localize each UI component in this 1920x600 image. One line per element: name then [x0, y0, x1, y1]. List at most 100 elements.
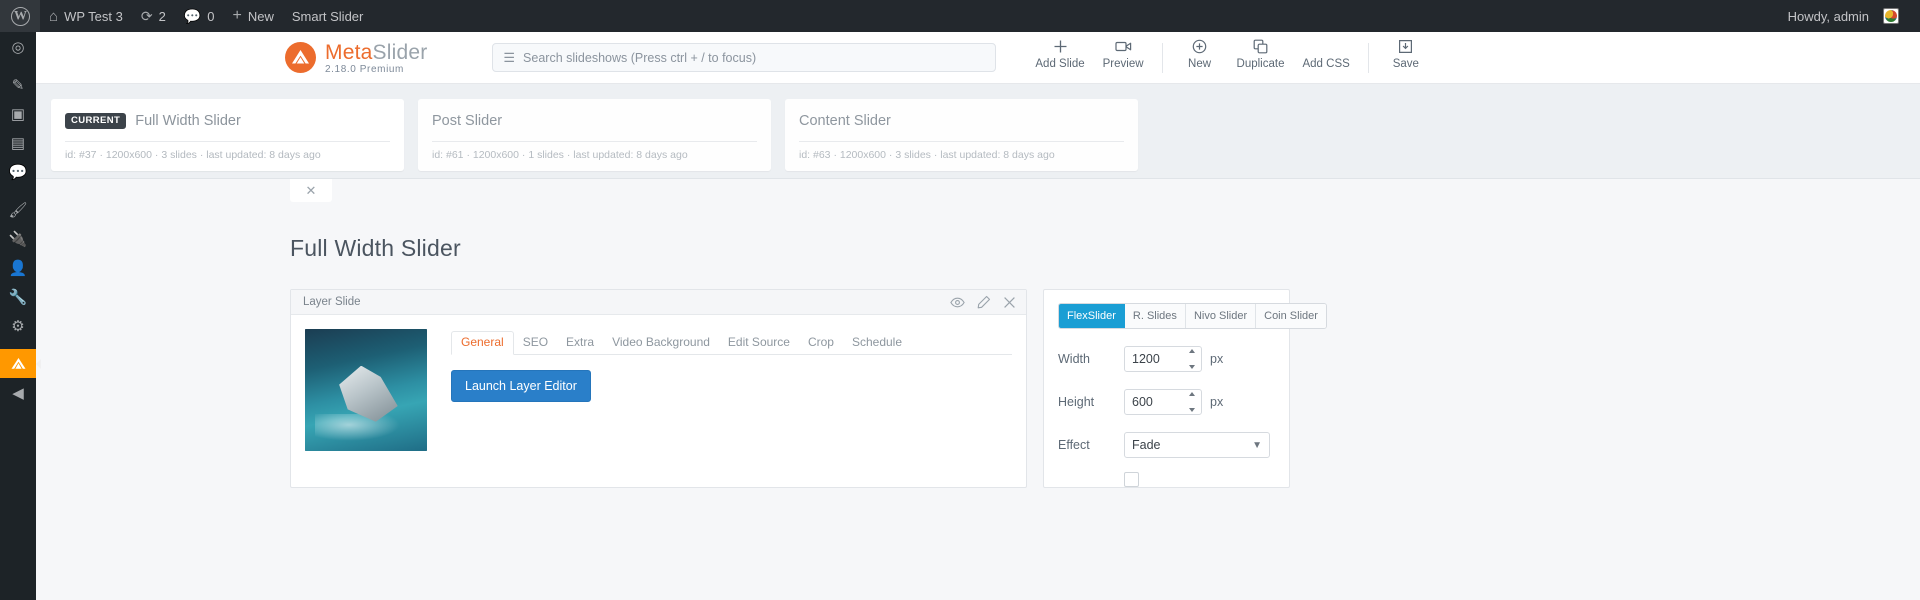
tab-seo[interactable]: SEO	[514, 332, 557, 354]
width-row: Width 1200 px	[1058, 346, 1275, 372]
close-icon[interactable]	[1003, 296, 1016, 309]
search-input[interactable]	[523, 50, 986, 65]
slide-panel-body: General SEO Extra Video Background Edit …	[291, 315, 1026, 451]
slideshow-card-current[interactable]: CURRENT Full Width Slider id: #37 · 1200…	[51, 99, 404, 171]
height-row: Height 600 px	[1058, 389, 1275, 415]
action-divider-2	[1367, 42, 1369, 73]
sidebar-item-metaslider[interactable]	[0, 349, 36, 378]
plus-icon: +	[232, 7, 242, 24]
new-slideshow-button[interactable]: New	[1172, 32, 1228, 70]
slider-type-coin-slider[interactable]: Coin Slider	[1256, 304, 1326, 328]
avatar	[1883, 8, 1899, 24]
preview-button[interactable]: Preview	[1094, 32, 1153, 70]
slideshow-title: Full Width Slider	[135, 113, 241, 129]
smart-slider-menu[interactable]: Smart Slider	[283, 0, 373, 32]
slideshow-meta: id: #63 · 1200x600 · 3 slides · last upd…	[799, 149, 1055, 161]
tab-edit-source[interactable]: Edit Source	[719, 332, 799, 354]
launch-layer-editor-button[interactable]: Launch Layer Editor	[451, 370, 591, 402]
howdy-menu[interactable]: Howdy, admin	[1779, 0, 1908, 32]
comments-menu[interactable]: 💬 0	[175, 0, 224, 32]
tab-crop[interactable]: Crop	[799, 332, 843, 354]
eye-icon[interactable]	[950, 297, 965, 308]
width-stepper[interactable]	[1185, 349, 1198, 369]
wordpress-logo-button[interactable]	[0, 0, 40, 32]
metaslider-icon	[11, 358, 25, 369]
action-divider-1	[1161, 42, 1163, 73]
metaslider-app: MetaSlider 2.18.0 Premium ☰ Add Slide Pr…	[36, 32, 1920, 600]
new-label: New	[247, 8, 274, 24]
add-css-button[interactable]: Add CSS	[1293, 32, 1358, 70]
slider-type-flexslider[interactable]: FlexSlider	[1059, 304, 1125, 328]
slideshow-title: Post Slider	[432, 113, 503, 129]
circle-plus-icon	[1192, 39, 1207, 55]
effect-row: Effect Fade ▼	[1058, 432, 1275, 458]
slider-type-r-slides[interactable]: R. Slides	[1124, 304, 1186, 328]
sidebar-item-appearance[interactable]: 🖌	[0, 195, 36, 224]
add-slide-label: Add Slide	[1035, 57, 1085, 70]
sidebar-collapse-button[interactable]: ◀	[0, 378, 36, 407]
slide-thumbnail[interactable]	[305, 329, 427, 451]
plus-icon	[1053, 39, 1068, 55]
slider-type-nivo-slider[interactable]: Nivo Slider	[1185, 304, 1257, 328]
site-name-menu[interactable]: ⌂ WP Test 3	[40, 0, 132, 32]
setting-checkbox[interactable]	[1124, 472, 1139, 487]
add-slide-button[interactable]: Add Slide	[1026, 32, 1093, 70]
save-button[interactable]: Save	[1378, 32, 1434, 70]
sidebar-item-settings[interactable]: ⚙	[0, 311, 36, 340]
metaslider-wordmark: MetaSlider 2.18.0 Premium	[325, 41, 427, 75]
brand-name-part2: Slider	[372, 40, 428, 64]
save-icon	[1398, 39, 1413, 55]
howdy-label: Howdy, admin	[1787, 8, 1869, 24]
page-title: Full Width Slider	[290, 235, 461, 261]
height-input[interactable]: 600	[1124, 389, 1202, 415]
sidebar-item-pages[interactable]: ▤	[0, 128, 36, 157]
effect-value: Fade	[1132, 438, 1161, 452]
slide-type-label: Layer Slide	[303, 296, 361, 308]
brand-name-part1: Meta	[325, 40, 373, 64]
notice-stub-row: ✕	[36, 179, 1920, 209]
home-icon: ⌂	[49, 7, 59, 25]
updates-menu[interactable]: ⟳ 2	[132, 0, 175, 32]
updates-count: 2	[158, 8, 166, 24]
sidebar-item-tools[interactable]: 🔧	[0, 282, 36, 311]
thumbnail-wake	[314, 414, 401, 442]
slideshow-card-content-slider[interactable]: Content Slider id: #63 · 1200x600 · 3 sl…	[785, 99, 1138, 171]
sidebar-item-users[interactable]: 👤	[0, 253, 36, 282]
sidebar-item-comments[interactable]: 💬	[0, 157, 36, 186]
pencil-icon[interactable]	[977, 295, 991, 309]
sidebar-item-posts[interactable]: ✎	[0, 70, 36, 99]
sidebar-item-dashboard[interactable]: ◎	[0, 32, 36, 61]
tab-video-background[interactable]: Video Background	[603, 332, 719, 354]
sidebar-separator	[0, 61, 36, 70]
sidebar-item-plugins[interactable]: 🔌	[0, 224, 36, 253]
metaslider-header: MetaSlider 2.18.0 Premium ☰ Add Slide Pr…	[36, 32, 1920, 84]
comments-icon: 💬	[183, 8, 202, 24]
duplicate-button[interactable]: Duplicate	[1228, 32, 1294, 70]
updates-icon: ⟳	[140, 8, 153, 24]
wp-admin-sidebar: ◎ ✎ ▣ ▤ 💬 🖌 🔌 👤 🔧 ⚙ ◀	[0, 32, 36, 600]
wp-admin-bar: ⌂ WP Test 3 ⟳ 2 💬 0 + New Smart Slider H…	[0, 0, 1920, 32]
status-badge: CURRENT	[65, 113, 127, 129]
width-input[interactable]: 1200	[1124, 346, 1202, 372]
metaslider-brand: MetaSlider 2.18.0 Premium	[285, 41, 427, 75]
height-stepper[interactable]	[1185, 392, 1198, 412]
new-content-menu[interactable]: + New	[223, 0, 282, 32]
duplicate-icon	[1253, 39, 1268, 55]
chevron-down-icon: ▼	[1252, 439, 1262, 451]
comments-count: 0	[207, 8, 215, 24]
tab-general[interactable]: General	[451, 331, 514, 355]
effect-select[interactable]: Fade ▼	[1124, 432, 1270, 458]
width-unit: px	[1210, 352, 1224, 366]
width-label: Width	[1058, 352, 1090, 366]
menu-bars-icon: ☰	[503, 49, 516, 65]
preview-label: Preview	[1102, 57, 1144, 70]
slide-fields: General SEO Extra Video Background Edit …	[427, 329, 1012, 451]
slideshow-meta: id: #61 · 1200x600 · 1 slides · last upd…	[432, 149, 688, 161]
slideshow-card-post-slider[interactable]: Post Slider id: #61 · 1200x600 · 1 slide…	[418, 99, 771, 171]
search-slideshows-box[interactable]: ☰	[492, 43, 997, 72]
tab-extra[interactable]: Extra	[557, 332, 603, 354]
tab-schedule[interactable]: Schedule	[843, 332, 911, 354]
slider-type-tabs: FlexSlider R. Slides Nivo Slider Coin Sl…	[1058, 303, 1327, 329]
sidebar-item-media[interactable]: ▣	[0, 99, 36, 128]
close-icon[interactable]: ✕	[290, 179, 332, 202]
